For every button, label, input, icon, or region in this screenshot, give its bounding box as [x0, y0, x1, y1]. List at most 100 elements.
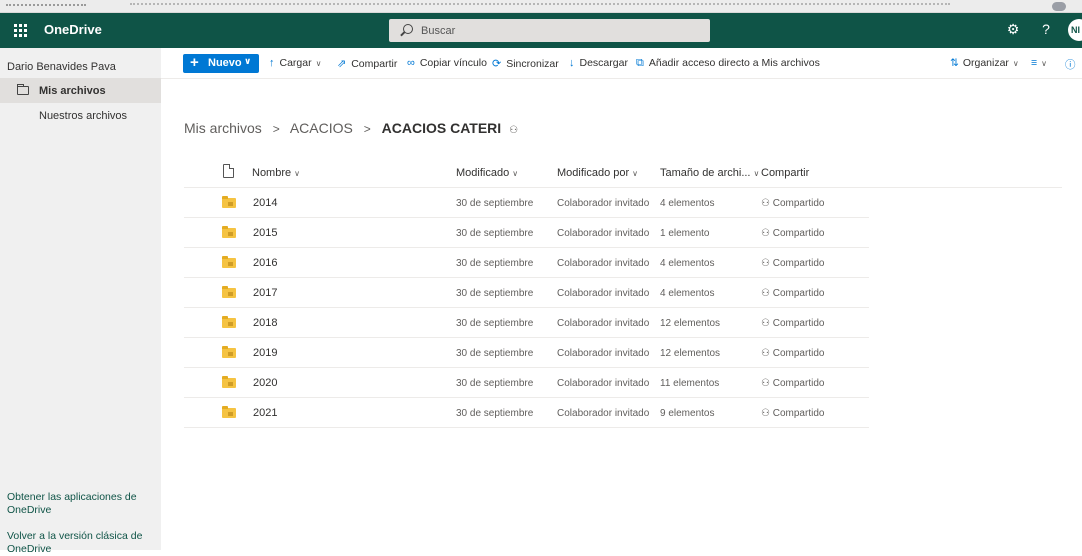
shared-people-icon: ⚇ — [509, 125, 519, 136]
download-button[interactable]: ↓ Descargar — [569, 57, 628, 69]
item-count: 1 elemento — [660, 228, 710, 239]
folder-name[interactable]: 2014 — [253, 197, 277, 209]
chevron-down-icon: ∨ — [294, 169, 300, 178]
folder-icon — [222, 316, 236, 328]
modified-date: 30 de septiembre — [456, 288, 534, 299]
shared-people-icon: ⚇ — [761, 258, 773, 269]
plus-icon: + — [190, 54, 199, 71]
table-row[interactable]: 2014 30 de septiembre Colaborador invita… — [184, 188, 869, 218]
sharing-label: Compartido — [772, 258, 825, 269]
table-row[interactable]: 2020 30 de septiembre Colaborador invita… — [184, 368, 869, 398]
folder-name[interactable]: 2020 — [253, 377, 277, 389]
folder-icon — [222, 226, 236, 238]
classic-version-link[interactable]: Volver a la versión clásica de OneDrive — [7, 530, 152, 556]
share-button[interactable]: ⇗ Compartir — [337, 57, 397, 70]
column-header-modified[interactable]: Modificado ∨ — [456, 167, 518, 179]
sharing-status[interactable]: ⚇ Compartido — [761, 348, 824, 359]
shared-people-icon: ⚇ — [761, 288, 773, 299]
breadcrumb: Mis archivos > ACACIOS > ACACIOS CATERI … — [184, 120, 518, 136]
column-header-label: Nombre — [252, 167, 292, 179]
sync-label: Sincronizar — [506, 58, 559, 70]
sharing-status[interactable]: ⚇ Compartido — [761, 408, 824, 419]
sharing-status[interactable]: ⚇ Compartido — [761, 378, 824, 389]
sort-button[interactable]: ⇅ Organizar ∨ — [950, 57, 1019, 69]
table-row[interactable]: 2021 30 de septiembre Colaborador invita… — [184, 398, 869, 428]
app-launcher-icon[interactable] — [12, 22, 28, 38]
folder-name[interactable]: 2017 — [253, 287, 277, 299]
copy-link-button[interactable]: ∞ Copiar vínculo — [407, 57, 487, 69]
folder-name[interactable]: 2021 — [253, 407, 277, 419]
table-row[interactable]: 2017 30 de septiembre Colaborador invita… — [184, 278, 869, 308]
sharing-status[interactable]: ⚇ Compartido — [761, 288, 824, 299]
table-row[interactable]: 2015 30 de septiembre Colaborador invita… — [184, 218, 869, 248]
table-row[interactable]: 2019 30 de septiembre Colaborador invita… — [184, 338, 869, 368]
copy-link-label: Copiar vínculo — [419, 57, 487, 69]
info-icon[interactable]: ⓘ — [1065, 57, 1076, 72]
sharing-status[interactable]: ⚇ Compartido — [761, 228, 824, 239]
sync-icon: ⟳ — [492, 58, 502, 70]
browser-chrome — [0, 0, 1082, 13]
chevron-down-icon: ∨ — [1041, 59, 1047, 68]
sharing-label: Compartido — [772, 198, 825, 209]
nav-item-nuestros-archivos[interactable]: Nuestros archivos — [0, 104, 161, 128]
folder-name[interactable]: 2019 — [253, 347, 277, 359]
modified-by: Colaborador invitado — [557, 288, 650, 299]
folder-icon — [222, 256, 236, 268]
modified-date: 30 de septiembre — [456, 198, 534, 209]
column-header-modified-by[interactable]: Modificado por ∨ — [557, 167, 638, 179]
column-header-label: Modificado por — [557, 167, 630, 179]
modified-date: 30 de septiembre — [456, 258, 534, 269]
folder-icon — [222, 286, 236, 298]
column-header-sharing[interactable]: Compartir — [761, 167, 809, 179]
item-count: 12 elementos — [660, 348, 721, 359]
avatar[interactable]: NI — [1068, 19, 1082, 41]
sharing-status[interactable]: ⚇ Compartido — [761, 198, 824, 209]
nav-item-mis-archivos[interactable]: Mis archivos — [0, 79, 161, 103]
item-count: 4 elementos — [660, 258, 715, 269]
sharing-label: Compartido — [772, 408, 825, 419]
modified-date: 30 de septiembre — [456, 318, 534, 329]
breadcrumb-item[interactable]: ACACIOS — [290, 120, 353, 136]
browser-profile-icon — [1052, 2, 1066, 11]
folder-icon — [222, 406, 236, 418]
folder-name[interactable]: 2015 — [253, 227, 277, 239]
folder-name[interactable]: 2016 — [253, 257, 277, 269]
share-icon: ⇗ — [337, 58, 347, 70]
file-type-icon[interactable] — [223, 164, 234, 178]
sort-icon: ⇅ — [950, 57, 959, 69]
get-apps-link[interactable]: Obtener las aplicaciones de OneDrive — [7, 491, 152, 517]
upload-button[interactable]: ↑ Cargar ∨ — [269, 57, 321, 69]
settings-gear-icon[interactable]: ⚙ — [1004, 21, 1022, 38]
sharing-status[interactable]: ⚇ Compartido — [761, 258, 824, 269]
column-header-row: Nombre ∨ Modificado ∨ Modificado por ∨ Tama… — [184, 157, 1062, 188]
column-header-size[interactable]: Tamaño de archi... ∨ — [660, 167, 759, 179]
folder-name[interactable]: 2018 — [253, 317, 277, 329]
column-header-label: Compartir — [761, 167, 810, 179]
column-header-name[interactable]: Nombre ∨ — [252, 167, 300, 179]
view-options-button[interactable]: ≡ ∨ — [1031, 57, 1047, 69]
breadcrumb-item[interactable]: Mis archivos — [184, 120, 262, 136]
app-name[interactable]: OneDrive — [44, 22, 102, 37]
browser-nav-buttons — [6, 4, 86, 8]
breadcrumb-current: ACACIOS CATERI — [381, 120, 502, 136]
nav-item-label: Nuestros archivos — [39, 110, 128, 122]
table-row[interactable]: 2018 30 de septiembre Colaborador invita… — [184, 308, 869, 338]
help-icon[interactable]: ? — [1037, 21, 1055, 37]
chevron-down-icon: ∨ — [315, 59, 322, 68]
share-label: Compartir — [351, 58, 398, 70]
download-icon: ↓ — [569, 57, 575, 69]
link-icon: ∞ — [407, 57, 415, 69]
sharing-label: Compartido — [772, 288, 825, 299]
sharing-label: Compartido — [772, 378, 825, 389]
sync-button[interactable]: ⟳ Sincronizar — [492, 57, 559, 70]
shortcut-icon: ⧉ — [636, 57, 644, 69]
column-header-label: Modificado — [456, 167, 510, 179]
sharing-status[interactable]: ⚇ Compartido — [761, 318, 824, 329]
table-row[interactable]: 2016 30 de septiembre Colaborador invita… — [184, 248, 869, 278]
search-input[interactable] — [421, 22, 691, 39]
new-button[interactable]: + Nuevo ∨ — [183, 54, 259, 73]
search-box[interactable] — [389, 19, 710, 42]
add-shortcut-button[interactable]: ⧉ Añadir acceso directo a Mis archivos — [636, 57, 820, 70]
modified-by: Colaborador invitado — [557, 408, 650, 419]
item-count: 11 elementos — [660, 378, 720, 389]
